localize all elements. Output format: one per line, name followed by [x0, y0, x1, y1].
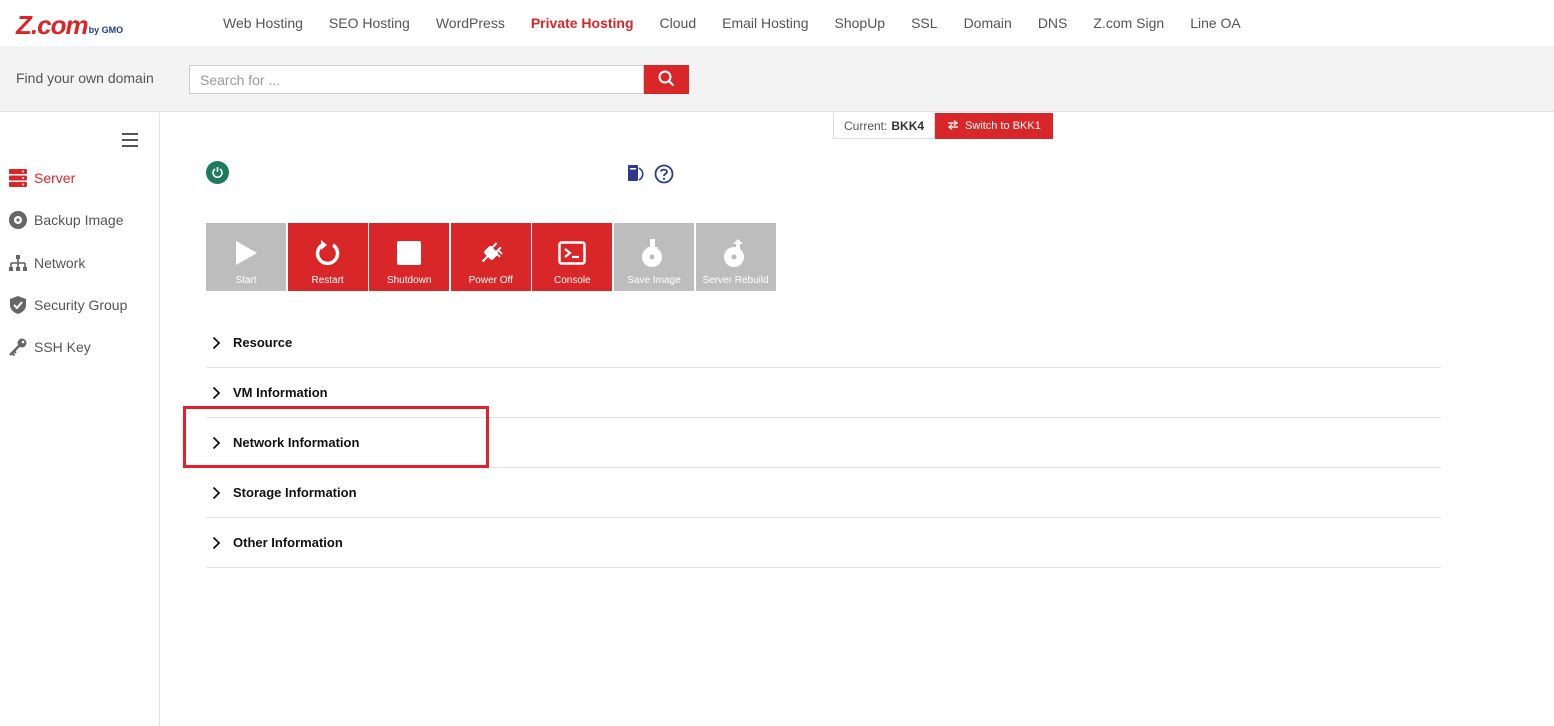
- zcom-logo[interactable]: Z.com by GMO: [16, 10, 124, 40]
- nav-item-private-hosting[interactable]: Private Hosting: [531, 15, 634, 31]
- server-action-toolbar: Start Restart Shutdown Power Off Console…: [206, 223, 777, 291]
- domain-search-input[interactable]: [189, 65, 644, 94]
- document-icon[interactable]: [626, 163, 648, 185]
- section-network-information[interactable]: Network Information: [206, 418, 1441, 468]
- nav-item-line-oa[interactable]: Line OA: [1190, 15, 1241, 31]
- current-region: Current: BKK4: [833, 113, 936, 139]
- section-storage-information[interactable]: Storage Information: [206, 468, 1441, 518]
- power-off-button[interactable]: Power Off: [450, 223, 531, 291]
- region-switcher: Current: BKK4 Switch to BKK1: [833, 113, 1053, 139]
- nav-item-dns[interactable]: DNS: [1038, 15, 1068, 31]
- chevron-right-icon: [206, 533, 233, 553]
- chevron-right-icon: [206, 333, 233, 353]
- nav-item-wordpress[interactable]: WordPress: [436, 15, 505, 31]
- sidebar-item-label: Network: [34, 255, 86, 271]
- server-icon: [8, 168, 28, 188]
- info-icons: [626, 163, 675, 185]
- server-rebuild-button[interactable]: Server Rebuild: [695, 223, 776, 291]
- logo-subtext: by GMO: [88, 25, 124, 35]
- nav-item-ssl[interactable]: SSL: [911, 15, 937, 31]
- nav-item-email-hosting[interactable]: Email Hosting: [722, 15, 808, 31]
- restart-icon: [314, 238, 342, 268]
- current-region-value: BKK4: [891, 118, 925, 133]
- chevron-right-icon: [206, 433, 233, 453]
- sidebar-item-backup-image[interactable]: Backup Image: [8, 209, 124, 231]
- shield-icon: [8, 295, 28, 315]
- switch-region-button[interactable]: Switch to BKK1: [935, 113, 1053, 139]
- server-rebuild-label: Server Rebuild: [702, 275, 769, 286]
- help-icon[interactable]: [653, 163, 675, 185]
- server-details-accordion: Resource VM Information Network Informat…: [206, 318, 1441, 568]
- nav-item-shopup[interactable]: ShopUp: [835, 15, 886, 31]
- switch-region-label: Switch to BKK1: [965, 120, 1041, 132]
- play-icon: [233, 238, 259, 268]
- start-button[interactable]: Start: [206, 223, 286, 291]
- sidebar-item-label: Server: [34, 170, 76, 186]
- plug-icon: [477, 238, 505, 268]
- section-label: Other Information: [233, 535, 343, 550]
- chevron-right-icon: [206, 383, 233, 403]
- search-label: Find your own domain: [16, 70, 154, 86]
- domain-search-bar: Find your own domain: [0, 46, 1554, 112]
- disc-icon: [8, 210, 28, 230]
- nav-item-seo-hosting[interactable]: SEO Hosting: [329, 15, 410, 31]
- shutdown-button[interactable]: Shutdown: [369, 223, 450, 291]
- nav-item-zcom-sign[interactable]: Z.com Sign: [1093, 15, 1164, 31]
- section-vm-information[interactable]: VM Information: [206, 368, 1441, 418]
- section-label: Storage Information: [233, 485, 357, 500]
- section-resource[interactable]: Resource: [206, 318, 1441, 368]
- sidebar-item-server[interactable]: Server: [8, 167, 75, 189]
- main-menu: Web Hosting SEO Hosting WordPress Privat…: [210, 0, 1254, 46]
- sidebar: Server Backup Image Network Security Gro…: [0, 113, 160, 726]
- menu-toggle-icon[interactable]: [122, 133, 138, 147]
- section-other-information[interactable]: Other Information: [206, 518, 1441, 568]
- top-navigation: Z.com by GMO Web Hosting SEO Hosting Wor…: [0, 0, 1554, 46]
- sidebar-item-network[interactable]: Network: [8, 252, 85, 274]
- console-label: Console: [554, 275, 591, 286]
- section-label: Resource: [233, 335, 293, 350]
- search-icon: [658, 70, 675, 90]
- sidebar-item-label: Backup Image: [34, 212, 124, 228]
- chevron-right-icon: [206, 483, 233, 503]
- save-disc-icon: [641, 238, 667, 268]
- section-label: Network Information: [233, 435, 360, 450]
- start-label: Start: [235, 275, 257, 286]
- sidebar-item-label: SSH Key: [34, 339, 91, 355]
- save-image-button[interactable]: Save Image: [613, 223, 694, 291]
- stop-icon: [396, 238, 422, 268]
- nav-item-web-hosting[interactable]: Web Hosting: [223, 15, 303, 31]
- nav-item-domain[interactable]: Domain: [964, 15, 1012, 31]
- logo-text: Z.com: [16, 10, 89, 40]
- power-status-icon: [206, 161, 229, 184]
- sidebar-item-security-group[interactable]: Security Group: [8, 294, 127, 316]
- nav-item-cloud[interactable]: Cloud: [660, 15, 697, 31]
- sidebar-item-label: Security Group: [34, 297, 128, 313]
- power-off-label: Power Off: [468, 275, 513, 286]
- sidebar-item-ssh-key[interactable]: SSH Key: [8, 336, 91, 358]
- shutdown-label: Shutdown: [386, 275, 432, 286]
- terminal-icon: [558, 238, 587, 268]
- console-button[interactable]: Console: [532, 223, 613, 291]
- network-icon: [8, 253, 28, 273]
- current-region-label: Current:: [844, 118, 888, 133]
- restart-label: Restart: [311, 275, 344, 286]
- rebuild-disc-icon: [723, 238, 749, 268]
- search-button[interactable]: [644, 65, 689, 94]
- save-image-label: Save Image: [627, 275, 681, 286]
- section-label: VM Information: [233, 385, 328, 400]
- key-icon: [8, 337, 28, 357]
- restart-button[interactable]: Restart: [287, 223, 368, 291]
- swap-arrows-icon: [947, 119, 965, 133]
